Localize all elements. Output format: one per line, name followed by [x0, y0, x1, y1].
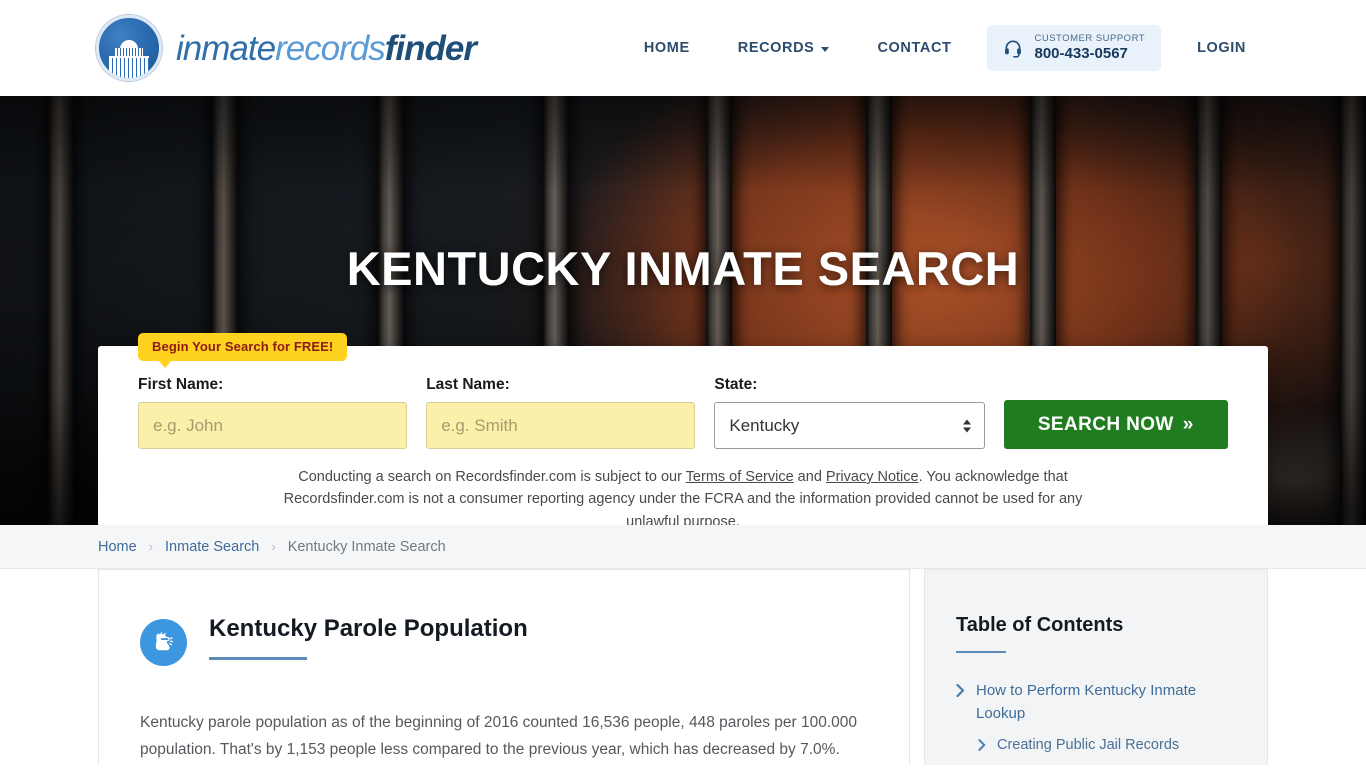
ankle-monitor-icon [140, 619, 187, 666]
nav-item-contact[interactable]: CONTACT [853, 40, 975, 56]
breadcrumb: Home › Inmate Search › Kentucky Inmate S… [0, 525, 1366, 569]
capitol-dome-seal-icon [96, 15, 162, 81]
disclaimer-text-2: and [793, 469, 826, 485]
terms-of-service-link[interactable]: Terms of Service [686, 469, 794, 485]
breadcrumb-item-home[interactable]: Home [98, 539, 137, 555]
last-name-field-group: Last Name: [426, 376, 696, 449]
state-select[interactable]: KentuckyAlabamaAlaskaArizonaArkansasCali… [714, 402, 985, 449]
article-card: Kentucky Parole Population Kentucky paro… [98, 569, 910, 765]
search-now-button[interactable]: SEARCH NOW » [1003, 400, 1229, 449]
customer-support-label: CUSTOMER SUPPORT [1034, 33, 1146, 45]
article-paragraph: Kentucky parole population as of the beg… [140, 714, 858, 759]
toc-title: Table of Contents [956, 614, 1124, 636]
article-header: Kentucky Parole Population [140, 615, 869, 666]
toc-item-label[interactable]: Creating Public Jail Records [997, 734, 1179, 756]
nav-item-records-label: RECORDS [737, 40, 815, 56]
breadcrumb-item-current: Kentucky Inmate Search [287, 538, 446, 555]
double-chevron-right-icon: » [1182, 413, 1194, 435]
breadcrumb-item-inmate-search[interactable]: Inmate Search [165, 539, 259, 555]
breadcrumb-separator-icon: › [271, 539, 276, 554]
first-name-input[interactable] [138, 402, 408, 449]
title-underline [209, 657, 307, 661]
hero-title: KENTUCKY INMATE SEARCH [346, 242, 1020, 295]
last-name-label: Last Name: [426, 376, 510, 393]
headset-icon [1005, 40, 1022, 58]
hero-section: KENTUCKY INMATE SEARCH Begin Your Search… [0, 96, 1366, 525]
main-content-area: Kentucky Parole Population Kentucky paro… [0, 569, 1366, 768]
free-search-badge: Begin Your Search for FREE! [138, 333, 348, 368]
last-name-input[interactable] [426, 402, 696, 449]
logo-text-part1: inmate [176, 28, 276, 68]
site-logo[interactable]: inmaterecordsfinder [96, 15, 477, 81]
breadcrumb-separator-icon: › [148, 539, 154, 554]
disclaimer-text-1: Conducting a search on Recordsfinder.com… [298, 469, 686, 485]
nav-item-home-label: HOME [643, 40, 690, 56]
toc-item-label[interactable]: How to Perform Kentucky Inmate Lookup [976, 679, 1237, 726]
state-field-group: State: KentuckyAlabamaAlaskaArizonaArkan… [714, 376, 985, 449]
search-form-row: First Name: Last Name: State: KentuckyAl… [138, 376, 1229, 449]
site-header: inmaterecordsfinder HOME RECORDS CONTACT… [0, 0, 1366, 96]
toc-item-creating-public-jail-records[interactable]: Creating Public Jail Records [956, 734, 1237, 756]
chevron-down-icon [821, 46, 830, 52]
inmate-search-form: Begin Your Search for FREE! First Name: … [98, 333, 1268, 525]
nav-item-records[interactable]: RECORDS [714, 40, 854, 56]
customer-support-phone: 800-433-0567 [1034, 45, 1128, 63]
toc-item-how-to-perform-lookup[interactable]: How to Perform Kentucky Inmate Lookup [956, 679, 1237, 726]
search-disclaimer: Conducting a search on Recordsfinder.com… [283, 466, 1083, 525]
privacy-notice-link[interactable]: Privacy Notice [826, 469, 919, 485]
first-name-field-group: First Name: [138, 376, 408, 449]
toc-list: How to Perform Kentucky Inmate Lookup Cr… [956, 679, 1237, 768]
nav-item-contact-label: CONTACT [877, 40, 952, 56]
page-title: Kentucky Parole Population [209, 615, 528, 642]
logo-wordmark: inmaterecordsfinder [176, 28, 477, 68]
main-navigation: HOME RECORDS CONTACT CUSTOMER SUPPORT 80… [620, 25, 1270, 71]
table-of-contents: Table of Contents How to Perform Kentuck… [924, 569, 1268, 768]
chevron-right-icon [978, 738, 986, 751]
nav-item-home[interactable]: HOME [620, 40, 714, 56]
toc-item-label[interactable]: What are Kentucky Jail Records? [976, 764, 1198, 768]
nav-item-login[interactable]: LOGIN [1173, 40, 1270, 56]
first-name-label: First Name: [138, 376, 224, 393]
logo-text-part3: finder [384, 28, 477, 68]
state-label: State: [714, 376, 758, 393]
logo-text-part2: records [275, 28, 386, 68]
toc-item-what-are-kentucky-jail-records[interactable]: What are Kentucky Jail Records? [956, 764, 1237, 768]
chevron-right-icon [956, 684, 965, 697]
search-now-label: SEARCH NOW [1037, 413, 1174, 435]
customer-support-button[interactable]: CUSTOMER SUPPORT 800-433-0567 [987, 25, 1162, 71]
toc-underline [956, 651, 1006, 653]
nav-item-login-label: LOGIN [1197, 40, 1246, 56]
